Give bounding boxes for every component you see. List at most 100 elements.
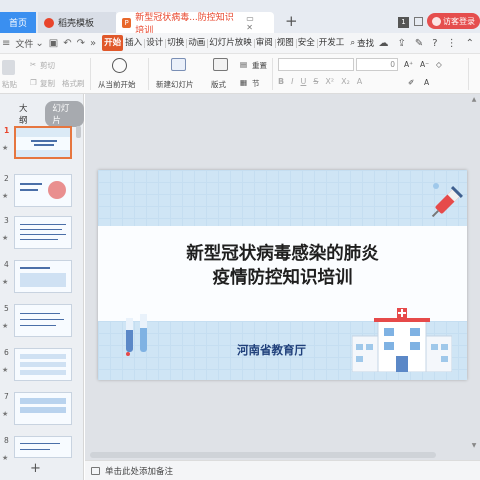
tab-docer-templates[interactable]: 稻壳模板 [38, 12, 116, 33]
layout-icon[interactable] [213, 58, 228, 71]
share-icon[interactable]: ⇪ [398, 38, 406, 49]
current-slide[interactable]: 新型冠状病毒感染的肺炎 疫情防控知识培训 河南省教育厅 [98, 170, 467, 380]
tab-design[interactable]: 设计 [144, 33, 167, 54]
bold-icon[interactable]: B [278, 77, 284, 86]
text-effect-icon[interactable]: A [424, 78, 429, 87]
slide-thumbnail-4[interactable]: 4 ★ [0, 260, 84, 302]
redo-icon[interactable]: ↷ [77, 38, 85, 49]
thumbnail-image [14, 216, 72, 249]
menu-bar: ≡ 文件 ⌄ ▣ ↶ ↷ » 开始 插入 设计 切换 动画 幻灯片放映 审阅 视… [0, 33, 480, 54]
undo-icon[interactable]: ↶ [63, 38, 71, 49]
tab-home[interactable]: 首页 [0, 12, 36, 33]
scroll-down-icon[interactable]: ▼ [470, 442, 478, 449]
play-from-current-icon[interactable] [112, 58, 127, 73]
help-icon[interactable]: ? [432, 38, 437, 49]
new-slide-label[interactable]: 新建幻灯片 [156, 79, 194, 90]
format-painter-label[interactable]: 格式刷 [62, 78, 85, 89]
layout-label[interactable]: 版式 [211, 79, 226, 90]
animation-star-icon: ★ [2, 192, 9, 200]
paste-label[interactable]: 粘贴 [2, 79, 17, 90]
slide-thumbnail-3[interactable]: 3 ★ [0, 216, 84, 258]
clear-format-icon[interactable]: ◇ [436, 60, 442, 69]
thumb-illustration [48, 181, 66, 199]
thumbnail-image [14, 392, 72, 425]
reset-label[interactable]: 重置 [252, 60, 267, 71]
thumbnail-image [14, 260, 72, 293]
tab-document-active[interactable]: P 新型冠状病毒...防控知识培训 ▭ ✕ [116, 12, 274, 36]
tab-outline[interactable]: 大纲 [19, 102, 35, 126]
save-icon[interactable]: ▣ [49, 38, 58, 49]
new-slide-icon[interactable] [171, 58, 186, 71]
font-size-select[interactable]: 0 [356, 58, 398, 71]
thumb-text [20, 224, 66, 225]
section-icon[interactable]: ▦ [240, 78, 247, 87]
tab-controls-icon[interactable]: ▭ ✕ [246, 14, 270, 32]
new-tab-plus-icon[interactable]: + [285, 14, 298, 29]
collapse-ribbon-icon[interactable]: ⌃ [466, 38, 474, 49]
paste-icon[interactable] [2, 60, 15, 75]
italic-icon[interactable]: I [291, 77, 293, 86]
slide-number: 7 [4, 392, 9, 401]
section-label[interactable]: 节 [252, 78, 260, 89]
add-slide-plus-icon[interactable]: + [30, 462, 41, 475]
play-from-current-label[interactable]: 从当前开始 [98, 79, 136, 90]
vertical-scrollbar[interactable]: ▲ ▼ [470, 96, 478, 452]
tab-home-label: 首页 [8, 19, 27, 29]
tab-insert[interactable]: 插入 [123, 33, 146, 54]
horizontal-scrollbar[interactable] [90, 452, 436, 458]
visitor-login-button[interactable]: 访客登录 [427, 13, 480, 29]
strikethrough-icon[interactable]: S [313, 77, 318, 86]
more-options-icon[interactable]: ⋮ [447, 38, 457, 49]
search-command[interactable]: ⌕ 查找 [350, 37, 374, 49]
copy-icon[interactable]: ❐ [30, 78, 37, 87]
tab-security[interactable]: 安全 [296, 33, 318, 54]
tab-transition[interactable]: 切换 [165, 33, 188, 54]
font-color-icon[interactable]: A [357, 77, 362, 86]
collaborate-icon[interactable]: ✎ [415, 38, 423, 49]
underline-icon[interactable]: U [300, 77, 306, 86]
slide-thumbnail-5[interactable]: 5 ★ [0, 304, 84, 346]
decrease-font-icon[interactable]: A⁻ [420, 60, 429, 69]
slide-title[interactable]: 新型冠状病毒感染的肺炎 疫情防控知识培训 [148, 242, 417, 290]
increase-font-icon[interactable]: A⁺ [404, 60, 413, 69]
subscript-icon[interactable]: X₂ [341, 77, 350, 86]
thumbnail-scrollbar[interactable] [76, 126, 81, 138]
tab-slideshow[interactable]: 幻灯片放映 [207, 33, 255, 54]
thumb-box [20, 398, 66, 404]
window-count-badge[interactable]: 1 [398, 17, 409, 28]
thumb-title [31, 140, 57, 142]
tab-developer[interactable]: 开发工 [317, 33, 347, 54]
hamburger-menu-icon[interactable]: ≡ [2, 38, 10, 49]
notes-icon [91, 466, 100, 475]
file-menu[interactable]: 文件 ⌄ [15, 37, 43, 50]
font-family-select[interactable] [278, 58, 354, 71]
title-bar: 首页 稻壳模板 P 新型冠状病毒...防控知识培训 ▭ ✕ + 1 访客登录 [0, 0, 480, 36]
scroll-up-icon[interactable]: ▲ [470, 96, 478, 103]
notes-bar[interactable]: 单击此处添加备注 [85, 460, 480, 480]
animation-star-icon: ★ [2, 366, 9, 374]
slide-thumbnail-8[interactable]: 8 ★ [0, 436, 84, 478]
notes-placeholder[interactable]: 单击此处添加备注 [105, 465, 173, 477]
tab-animation[interactable]: 动画 [186, 33, 209, 54]
cut-label[interactable]: 剪切 [40, 60, 55, 71]
scissors-icon[interactable]: ✂ [30, 60, 36, 69]
window-layout-icon[interactable] [414, 17, 423, 26]
tab-view[interactable]: 视图 [275, 33, 297, 54]
tab-review[interactable]: 审阅 [254, 33, 276, 54]
animation-star-icon: ★ [2, 410, 9, 418]
highlight-icon[interactable]: ✐ [408, 78, 414, 87]
tab-slides[interactable]: 幻灯片 [45, 101, 84, 127]
tab-start[interactable]: 开始 [102, 35, 124, 51]
copy-label[interactable]: 复制 [40, 78, 55, 89]
cloud-icon[interactable]: ☁ [379, 38, 389, 49]
slide-thumbnail-6[interactable]: 6 ★ [0, 348, 84, 390]
slide-thumbnail-2[interactable]: 2 ★ [0, 174, 84, 216]
more-chevron-icon[interactable]: » [90, 38, 96, 49]
slide-subtitle[interactable]: 河南省教育厅 [237, 342, 306, 358]
slide-thumbnail-7[interactable]: 7 ★ [0, 392, 84, 434]
slide-thumbnail-1[interactable]: 1 ★ [0, 126, 84, 168]
ribbon-divider [148, 58, 149, 90]
thumb-text [20, 189, 38, 191]
superscript-icon[interactable]: X² [325, 77, 334, 86]
reset-icon[interactable]: ▤ [240, 60, 247, 69]
